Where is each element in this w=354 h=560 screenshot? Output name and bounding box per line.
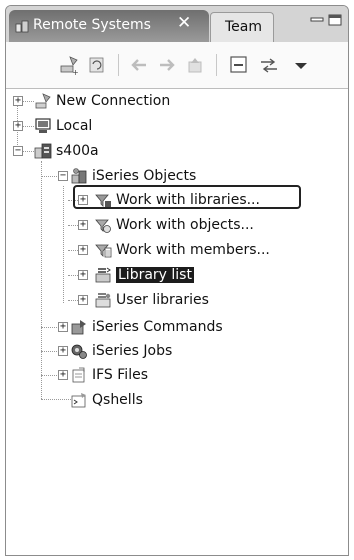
tree-item-label: iSeries Jobs	[92, 343, 173, 359]
maximize-icon[interactable]	[328, 14, 342, 26]
tree-connector	[22, 101, 34, 102]
iseries-jobs-icon	[70, 342, 88, 360]
tab-label-team: Team	[225, 19, 263, 35]
tree-item-iseries-objects[interactable]: iSeries Objects	[70, 164, 196, 188]
remote-systems-view-icon	[15, 19, 29, 33]
tree-item-work-with-members[interactable]: Work with members...	[94, 238, 270, 262]
new-connection-icon[interactable]: +	[58, 54, 80, 77]
expand-ifs-files[interactable]: +	[58, 370, 68, 380]
expand-library-list[interactable]: +	[78, 270, 88, 280]
forward-arrow-icon[interactable]	[156, 54, 178, 76]
tree-item-library-list[interactable]: Library list	[94, 263, 194, 287]
expand-iseries-commands[interactable]: +	[58, 322, 68, 332]
tree-connector	[68, 225, 78, 226]
iseries-commands-icon	[70, 318, 88, 336]
tree-connector	[41, 399, 71, 400]
tree-item-label: User libraries	[116, 292, 209, 308]
collapse-s400a[interactable]: −	[13, 146, 23, 156]
tree-connector	[41, 161, 42, 399]
tree-item-new-connection[interactable]: New Connection	[34, 89, 170, 113]
tree-item-qshells[interactable]: Qshells	[70, 388, 143, 412]
tree-item-work-with-libraries[interactable]: Work with libraries...	[94, 188, 260, 212]
collapse-iseries-objects[interactable]: −	[58, 171, 68, 181]
tree-connector	[41, 351, 59, 352]
tab-remote-systems[interactable]: Remote Systems ✕	[9, 10, 209, 42]
tree-item-work-with-objects[interactable]: Work with objects...	[94, 213, 254, 237]
tree-item-label: New Connection	[56, 93, 171, 109]
tree-item-label: Work with objects...	[116, 217, 254, 233]
svg-text:+: +	[72, 68, 79, 76]
tree-item-ifs-files[interactable]: IFS Files	[70, 363, 148, 387]
view-menu-icon[interactable]	[290, 54, 312, 76]
tree-item-iseries-commands[interactable]: iSeries Commands	[70, 315, 223, 339]
close-icon[interactable]: ✕	[177, 13, 191, 33]
view-tab-bar: Remote Systems ✕ Team	[6, 6, 348, 42]
tree-item-s400a[interactable]: s400a	[34, 139, 99, 163]
ifs-files-icon	[70, 366, 88, 384]
tree-item-label: Work with members...	[116, 242, 270, 258]
link-editor-icon[interactable]	[258, 54, 280, 76]
user-libraries-icon	[94, 291, 112, 309]
refresh-icon[interactable]	[86, 54, 108, 76]
filter-libraries-icon	[94, 191, 112, 209]
tree-item-label: Qshells	[92, 392, 143, 408]
tree-item-iseries-jobs[interactable]: iSeries Jobs	[70, 339, 172, 363]
filter-objects-icon	[94, 216, 112, 234]
expand-local[interactable]: +	[13, 121, 23, 131]
up-icon[interactable]	[184, 54, 206, 76]
new-connection-wizard-icon	[34, 92, 52, 110]
filter-members-icon	[94, 241, 112, 259]
view-toolbar: +	[6, 42, 348, 89]
expand-new-connection[interactable]: +	[13, 96, 23, 106]
local-computer-icon	[34, 117, 52, 135]
tree-item-label: iSeries Commands	[92, 319, 223, 335]
tree-item-label: iSeries Objects	[92, 168, 197, 184]
tree-connector	[41, 327, 59, 328]
tree-item-label: IFS Files	[92, 367, 148, 383]
tree-connector	[41, 375, 59, 376]
tree-connector	[68, 275, 78, 276]
tree-item-label: Library list	[116, 267, 194, 283]
tree-connector	[41, 176, 59, 177]
library-list-icon	[94, 266, 112, 284]
tree-connector	[68, 250, 78, 251]
back-arrow-icon[interactable]	[128, 54, 150, 76]
tab-label: Remote Systems	[33, 17, 151, 33]
expand-work-with-members[interactable]: +	[78, 245, 88, 255]
toolbar-separator	[118, 54, 119, 76]
tab-team[interactable]: Team	[210, 12, 274, 42]
tree-item-label: Work with libraries...	[116, 192, 260, 208]
collapse-all-icon[interactable]	[228, 54, 250, 76]
qshells-icon	[70, 391, 88, 409]
expand-work-with-objects[interactable]: +	[78, 220, 88, 230]
tree-item-label: s400a	[56, 143, 99, 159]
tree-connector	[68, 300, 78, 301]
tree-item-label: Local	[56, 118, 93, 134]
iseries-objects-icon	[70, 167, 88, 185]
tree-connector	[22, 151, 34, 152]
toolbar-separator	[216, 54, 217, 76]
expand-iseries-jobs[interactable]: +	[58, 346, 68, 356]
tree-item-user-libraries[interactable]: User libraries	[94, 288, 209, 312]
remote-systems-view: Remote Systems ✕ Team + + New Connection…	[5, 5, 349, 556]
tree-connector	[63, 186, 64, 303]
tree-connector	[22, 126, 34, 127]
expand-user-libraries[interactable]: +	[78, 295, 88, 305]
minimize-icon[interactable]	[310, 14, 324, 26]
expand-work-with-libraries[interactable]: +	[78, 195, 88, 205]
tree-item-local[interactable]: Local	[34, 114, 92, 138]
iseries-system-icon	[34, 142, 52, 160]
remote-systems-tree: + New Connection + Local − s400a − iSeri…	[6, 88, 348, 555]
